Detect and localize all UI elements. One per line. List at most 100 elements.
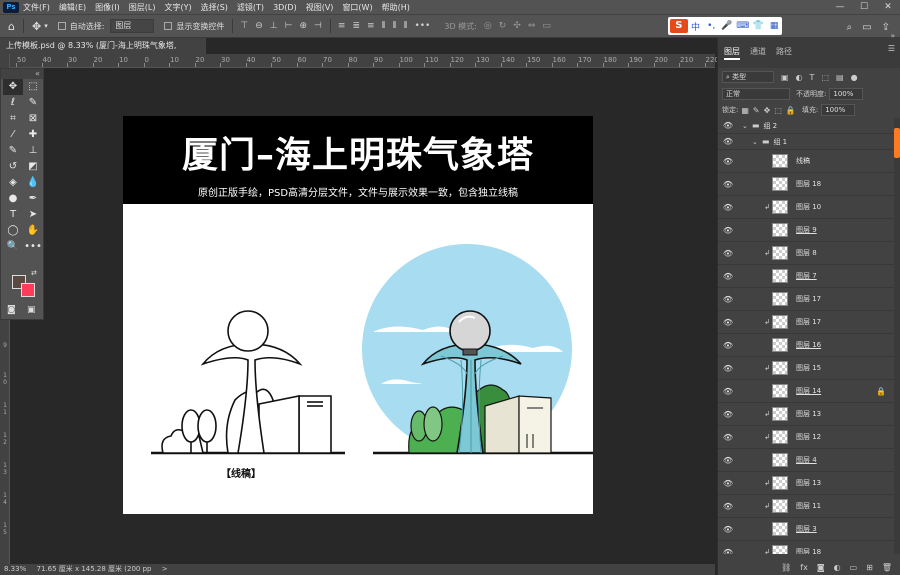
- skin-icon[interactable]: 👕: [751, 21, 767, 31]
- crop-tool-icon[interactable]: ⌗: [3, 111, 23, 127]
- tab-paths[interactable]: 路径: [776, 46, 792, 57]
- blend-mode-dropdown[interactable]: 正常: [722, 88, 790, 100]
- align-top-icon[interactable]: ⊤: [240, 21, 248, 31]
- auto-select-dropdown[interactable]: 图层: [110, 19, 155, 33]
- align-vcenter-icon[interactable]: ⊖: [255, 21, 263, 31]
- layer-row[interactable]: 👁 线稿: [718, 150, 894, 173]
- punctuation-icon[interactable]: •,: [703, 21, 719, 31]
- eye-icon[interactable]: 👁: [718, 456, 738, 465]
- new-group-icon[interactable]: ▭: [850, 563, 858, 572]
- menu-image[interactable]: 图像(I): [95, 2, 120, 13]
- workspace-icon[interactable]: ▭: [862, 22, 871, 33]
- quick-mask-icon[interactable]: ◙: [7, 305, 16, 315]
- menu-filter[interactable]: 滤镜(T): [237, 2, 264, 13]
- eye-icon[interactable]: 👁: [718, 318, 738, 327]
- zoom-tool-icon[interactable]: 🔍: [3, 239, 23, 255]
- eye-icon[interactable]: 👁: [718, 272, 738, 281]
- distribute-right-icon[interactable]: ⦀: [403, 21, 407, 31]
- layer-row[interactable]: 👁 ↲ 图层 15: [718, 357, 894, 380]
- layer-name[interactable]: 图层 17: [796, 317, 821, 327]
- lock-artboard-icon[interactable]: ⬚: [774, 106, 782, 115]
- layer-name[interactable]: 图层 17: [796, 294, 821, 304]
- menu-layer[interactable]: 图层(L): [129, 2, 156, 13]
- layer-row[interactable]: 👁 图层 4: [718, 449, 894, 472]
- toolbox-icon[interactable]: ▦: [766, 21, 782, 31]
- stamp-tool-icon[interactable]: ⊥: [23, 143, 43, 159]
- maximize-icon[interactable]: ☐: [852, 0, 876, 14]
- eye-icon[interactable]: 👁: [718, 157, 738, 166]
- 3d-slide-icon[interactable]: ⇔: [528, 21, 536, 31]
- eye-icon[interactable]: 👁: [718, 341, 738, 350]
- adjustment-layer-icon[interactable]: ◐: [834, 563, 841, 572]
- layer-row[interactable]: 👁 图层 9: [718, 219, 894, 242]
- eye-icon[interactable]: 👁: [718, 137, 738, 146]
- link-layers-icon[interactable]: ⛓: [781, 563, 791, 572]
- filter-type-icon[interactable]: T: [810, 73, 815, 82]
- eye-icon[interactable]: 👁: [718, 525, 738, 534]
- hand-tool-icon[interactable]: ✋: [23, 223, 43, 239]
- panel-collapse-icon[interactable]: »: [891, 32, 895, 40]
- search-icon[interactable]: ⌕: [847, 22, 853, 33]
- layer-list-scrollbar[interactable]: [894, 118, 900, 554]
- menu-3d[interactable]: 3D(D): [273, 3, 297, 12]
- chevron-down-icon[interactable]: ⌄: [752, 138, 758, 146]
- filter-toggle-icon[interactable]: ●: [851, 73, 858, 82]
- 3d-scale-icon[interactable]: ▭: [542, 21, 551, 31]
- layer-name[interactable]: 图层 18: [796, 179, 821, 189]
- type-tool-icon[interactable]: T: [3, 207, 23, 223]
- filter-kind-dropdown[interactable]: ⌕ 类型: [722, 71, 774, 83]
- layer-name[interactable]: 图层 12: [796, 432, 821, 442]
- layer-group-row[interactable]: 👁 ⌄ ▬ 组 1: [718, 134, 894, 150]
- layer-row[interactable]: 👁 ↲ 图层 17: [718, 311, 894, 334]
- move-tool-icon[interactable]: ✥: [32, 20, 41, 33]
- layer-row[interactable]: 👁 ↲ 图层 13: [718, 403, 894, 426]
- menu-window[interactable]: 窗口(W): [342, 2, 372, 13]
- lock-image-icon[interactable]: ✎: [753, 106, 760, 115]
- layer-row[interactable]: 👁 ↲ 图层 12: [718, 426, 894, 449]
- frame-tool-icon[interactable]: ⊠: [23, 111, 43, 127]
- layer-name[interactable]: 图层 13: [796, 409, 821, 419]
- tab-channels[interactable]: 通道: [750, 46, 766, 57]
- layer-name[interactable]: 图层 16: [796, 340, 821, 350]
- more-options-icon[interactable]: •••: [414, 21, 430, 31]
- eye-icon[interactable]: 👁: [718, 249, 738, 258]
- eyedropper-tool-icon[interactable]: ⁄: [3, 127, 23, 143]
- layer-row[interactable]: 👁 图层 14 🔒: [718, 380, 894, 403]
- 3d-roll-icon[interactable]: ↻: [499, 21, 507, 31]
- layer-row[interactable]: 👁 ↲ 图层 11: [718, 495, 894, 518]
- add-mask-icon[interactable]: ◙: [817, 563, 825, 572]
- layer-name[interactable]: 图层 7: [796, 271, 817, 281]
- lock-transparent-icon[interactable]: ▦: [741, 106, 749, 115]
- menu-edit[interactable]: 编辑(E): [59, 2, 86, 13]
- eraser-tool-icon[interactable]: ◩: [23, 159, 43, 175]
- filter-shape-icon[interactable]: ⬚: [821, 73, 829, 82]
- dodge-tool-icon[interactable]: ●: [3, 191, 23, 207]
- delete-layer-icon[interactable]: 🗑: [882, 563, 892, 572]
- ruler-top[interactable]: 50 40 30 20 10 0 10 20 30 40 50 60 70 80 90 100 110 120 13…: [10, 54, 719, 68]
- layer-row[interactable]: 👁 ↲ 图层 13: [718, 472, 894, 495]
- ime-language[interactable]: 中: [688, 20, 704, 33]
- distribute-vcenter-icon[interactable]: ≣: [352, 21, 360, 31]
- more-tools-icon[interactable]: •••: [23, 239, 43, 255]
- distribute-hcenter-icon[interactable]: ⦀: [393, 21, 397, 31]
- chevron-down-icon[interactable]: ⌄: [742, 122, 748, 130]
- layer-row[interactable]: 👁 图层 3: [718, 518, 894, 541]
- eye-icon[interactable]: 👁: [718, 364, 738, 373]
- layer-style-icon[interactable]: fx: [800, 563, 808, 572]
- fill-input[interactable]: 100%: [821, 104, 856, 116]
- layer-row[interactable]: 👁 图层 18: [718, 173, 894, 196]
- brush-tool-icon[interactable]: ✎: [3, 143, 23, 159]
- align-right-icon[interactable]: ⊣: [314, 21, 322, 31]
- eye-icon[interactable]: 👁: [718, 502, 738, 511]
- zoom-level[interactable]: 8.33%: [4, 565, 26, 573]
- layer-name[interactable]: 图层 13: [796, 478, 821, 488]
- home-icon[interactable]: ⌂: [8, 20, 15, 33]
- toolbox-collapse-icon[interactable]: «: [1, 69, 43, 79]
- lock-all-icon[interactable]: 🔒: [786, 106, 796, 115]
- eye-icon[interactable]: 👁: [718, 295, 738, 304]
- close-icon[interactable]: ✕: [876, 0, 900, 14]
- quick-select-tool-icon[interactable]: ✎: [23, 95, 43, 111]
- lasso-tool-icon[interactable]: ℓ: [3, 95, 23, 111]
- eye-icon[interactable]: 👁: [718, 433, 738, 442]
- keyboard-icon[interactable]: ⌨: [735, 21, 751, 31]
